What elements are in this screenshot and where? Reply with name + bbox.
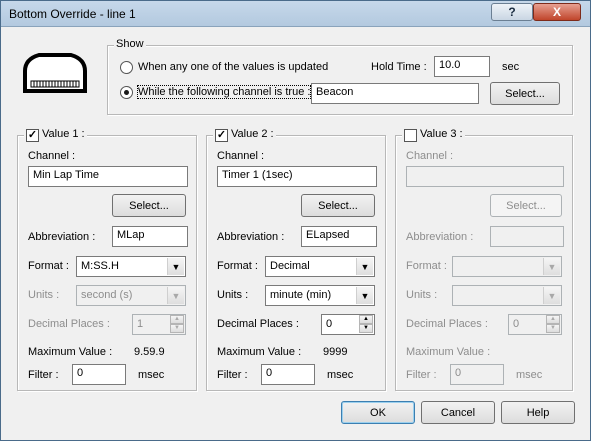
hold-time-label: Hold Time : xyxy=(371,61,427,73)
value2-filter-unit: msec xyxy=(327,369,354,381)
value2-abbrev-label: Abbreviation : xyxy=(217,231,285,243)
value1-max-label: Maximum Value : xyxy=(28,346,113,358)
value1-channel-input[interactable]: Min Lap Time xyxy=(28,166,188,187)
value2-units-label: Units : xyxy=(217,289,249,301)
value2-channel-input[interactable]: Timer 1 (1sec) xyxy=(217,166,377,187)
value3-channel-label: Channel : xyxy=(406,150,454,162)
value1-decimal-spinner[interactable]: 1 ▲ ▼ xyxy=(132,314,186,335)
value2-checkbox[interactable]: ✓ xyxy=(215,129,228,142)
value2-filter-input[interactable]: 0 xyxy=(261,364,315,385)
ok-button[interactable]: OK xyxy=(341,401,415,424)
value3-channel-input[interactable] xyxy=(406,166,564,187)
value3-abbrev-input[interactable] xyxy=(490,226,564,247)
value3-spin-up-icon[interactable]: ▲ xyxy=(546,315,560,324)
value1-format-value: M:SS.H xyxy=(81,260,119,272)
value3-format-label: Format : xyxy=(406,260,447,272)
value1-max-value: 9.59.9 xyxy=(134,346,165,358)
value1-format-label: Format : xyxy=(28,260,69,272)
value1-spin-up-icon[interactable]: ▲ xyxy=(170,315,184,324)
title-bar: Bottom Override - line 1 ? X xyxy=(1,1,590,27)
hold-time-input[interactable]: 10.0 xyxy=(434,56,490,77)
value1-units-select[interactable]: second (s) ▼ xyxy=(76,285,186,306)
value3-filter-label: Filter : xyxy=(406,369,437,381)
hold-time-unit: sec xyxy=(502,61,520,73)
cancel-button[interactable]: Cancel xyxy=(421,401,495,424)
value1-checkbox[interactable]: ✓ xyxy=(26,129,39,142)
value3-spin-down-icon[interactable]: ▼ xyxy=(546,324,560,333)
value3-units-label: Units : xyxy=(406,289,438,301)
value1-check-icon: ✓ xyxy=(27,129,38,141)
dialog-window: Bottom Override - line 1 ? X Show When a… xyxy=(0,0,591,441)
value3-decimal-spinner[interactable]: 0 ▲ ▼ xyxy=(508,314,562,335)
value1-select-button[interactable]: Select... xyxy=(112,194,186,217)
value2-decimal-spinner[interactable]: 0 ▲ ▼ xyxy=(321,314,375,335)
value2-channel-label: Channel : xyxy=(217,150,265,162)
value1-channel-label: Channel : xyxy=(28,150,76,162)
value2-spin-up-icon[interactable]: ▲ xyxy=(359,315,373,324)
value2-select-button[interactable]: Select... xyxy=(301,194,375,217)
radio-channel-true[interactable] xyxy=(120,86,133,99)
value3-filter-input[interactable]: 0 xyxy=(450,364,504,385)
value2-decimal-label: Decimal Places : xyxy=(217,318,299,330)
value3-format-select[interactable]: ▼ xyxy=(452,256,562,277)
title-close-button[interactable]: X xyxy=(533,3,581,21)
value3-filter-unit: msec xyxy=(516,369,543,381)
value1-decimal-label: Decimal Places : xyxy=(28,318,110,330)
value3-units-dropdown-icon[interactable]: ▼ xyxy=(543,287,560,304)
value1-units-label: Units : xyxy=(28,289,60,301)
help-button[interactable]: Help xyxy=(501,401,575,424)
value1-units-value: second (s) xyxy=(81,289,133,301)
value2-max-value: 9999 xyxy=(323,346,348,358)
value3-abbrev-label: Abbreviation : xyxy=(406,231,474,243)
show-legend: Show xyxy=(114,38,146,50)
value3-group: Value 3 : Channel : Select... Abbreviati… xyxy=(395,128,573,391)
value2-group: Value 2 : ✓ Channel : Timer 1 (1sec) Sel… xyxy=(206,128,386,391)
value2-filter-label: Filter : xyxy=(217,369,248,381)
value1-abbrev-input[interactable]: MLap xyxy=(112,226,188,247)
window-title: Bottom Override - line 1 xyxy=(9,7,136,21)
value3-checkbox[interactable] xyxy=(404,129,417,142)
value2-format-select[interactable]: Decimal ▼ xyxy=(265,256,375,277)
value2-abbrev-input[interactable]: ELapsed xyxy=(301,226,377,247)
value2-max-label: Maximum Value : xyxy=(217,346,302,358)
value1-units-dropdown-icon[interactable]: ▼ xyxy=(167,287,184,304)
value1-filter-input[interactable]: 0 xyxy=(72,364,126,385)
show-select-button[interactable]: Select... xyxy=(490,82,560,105)
show-group: Show When any one of the values is updat… xyxy=(107,38,573,115)
radio-values-updated[interactable] xyxy=(120,61,133,74)
value1-format-select[interactable]: M:SS.H ▼ xyxy=(76,256,186,277)
show-channel-input[interactable]: Beacon xyxy=(311,83,479,104)
value2-format-value: Decimal xyxy=(270,260,310,272)
value2-spin-down-icon[interactable]: ▼ xyxy=(359,324,373,333)
display-preview-icon xyxy=(15,43,95,103)
value2-units-value: minute (min) xyxy=(270,289,332,301)
dialog-content: Show When any one of the values is updat… xyxy=(1,27,590,440)
value2-format-label: Format : xyxy=(217,260,258,272)
value2-format-dropdown-icon[interactable]: ▼ xyxy=(356,258,373,275)
value1-group: Value 1 : ✓ Channel : Min Lap Time Selec… xyxy=(17,128,197,391)
value3-decimal-label: Decimal Places : xyxy=(406,318,488,330)
value2-units-dropdown-icon[interactable]: ▼ xyxy=(356,287,373,304)
value1-spin-down-icon[interactable]: ▼ xyxy=(170,324,184,333)
label-channel-true: While the following channel is true : xyxy=(136,85,312,99)
title-help-button[interactable]: ? xyxy=(491,3,533,21)
value3-decimal-value: 0 xyxy=(513,318,520,330)
value1-abbrev-label: Abbreviation : xyxy=(28,231,96,243)
value3-format-dropdown-icon[interactable]: ▼ xyxy=(543,258,560,275)
value2-decimal-value: 0 xyxy=(326,318,333,330)
value3-units-select[interactable]: ▼ xyxy=(452,285,562,306)
value3-max-label: Maximum Value : xyxy=(406,346,491,358)
value1-filter-label: Filter : xyxy=(28,369,59,381)
value2-check-icon: ✓ xyxy=(216,129,227,141)
value1-filter-unit: msec xyxy=(138,369,165,381)
value3-select-button[interactable]: Select... xyxy=(490,194,562,217)
value2-units-select[interactable]: minute (min) ▼ xyxy=(265,285,375,306)
label-values-updated: When any one of the values is updated xyxy=(138,61,329,73)
value1-format-dropdown-icon[interactable]: ▼ xyxy=(167,258,184,275)
value1-decimal-value: 1 xyxy=(137,318,144,330)
